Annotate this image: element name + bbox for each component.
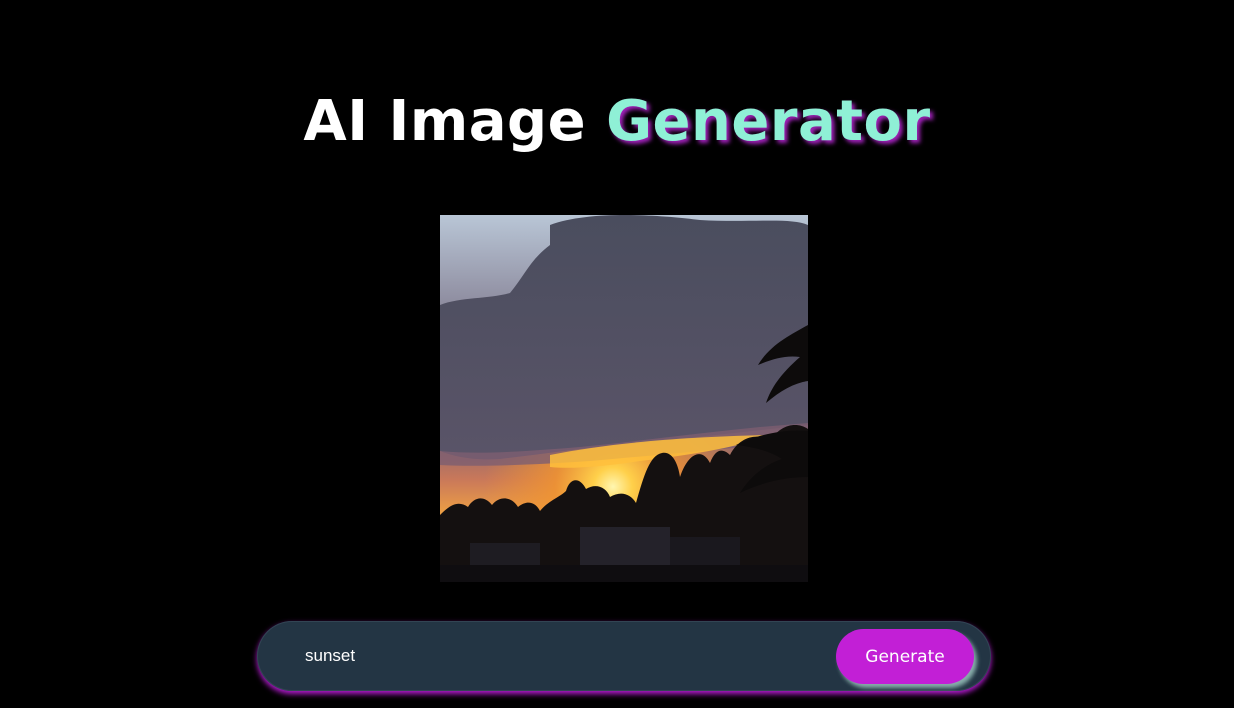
prompt-bar: Generate bbox=[257, 621, 991, 691]
app-page: AI Image Generator sunset Generate bbox=[0, 0, 1234, 708]
title-accent: Generator bbox=[606, 89, 931, 154]
sunset-image bbox=[440, 215, 808, 582]
title-main: AI Image bbox=[303, 89, 587, 154]
page-title: AI Image Generator bbox=[0, 84, 1234, 160]
prompt-input[interactable] bbox=[297, 639, 833, 673]
generated-image bbox=[440, 215, 808, 582]
generate-button[interactable]: Generate bbox=[836, 629, 974, 684]
